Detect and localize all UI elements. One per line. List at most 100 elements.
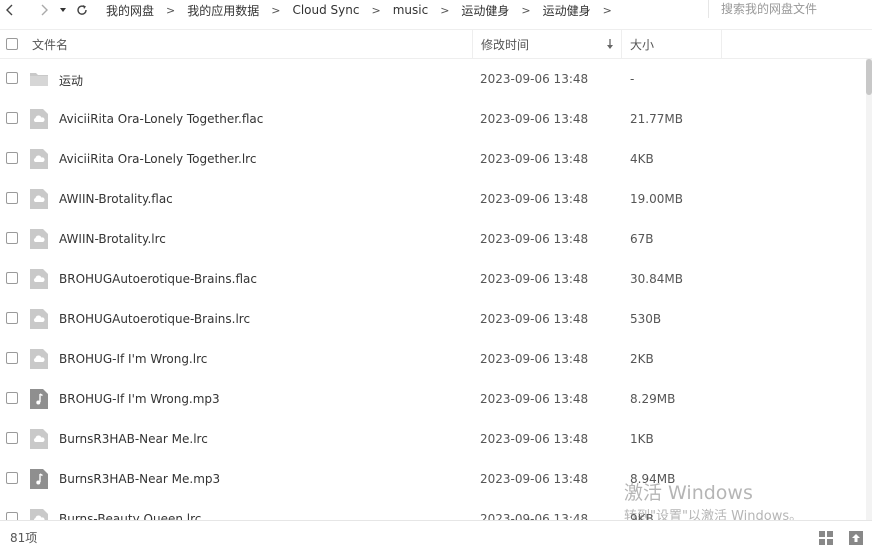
row-checkbox[interactable]	[6, 512, 18, 520]
file-modified-time: 2023-09-06 13:48	[480, 232, 589, 246]
table-header: 文件名 修改时间 大小	[0, 29, 872, 59]
file-name[interactable]: 运动	[59, 72, 83, 89]
file-modified-time: 2023-09-06 13:48	[480, 192, 589, 206]
table-row[interactable]: BROHUGAutoerotique-Brains.flac 2023-09-06…	[0, 259, 866, 299]
file-size: 1KB	[630, 432, 654, 446]
search-input[interactable]	[709, 0, 872, 18]
row-checkbox[interactable]	[6, 192, 18, 204]
file-name[interactable]: AviciiRita Ora-Lonely Together.flac	[59, 112, 263, 126]
breadcrumb-item[interactable]: Cloud Sync	[284, 3, 367, 17]
file-name[interactable]: BROHUG-If I'm Wrong.mp3	[59, 392, 220, 406]
cloud-file-icon	[30, 429, 48, 449]
file-size: 530B	[630, 312, 662, 326]
file-name[interactable]: AWIIN-Brotality.lrc	[59, 232, 166, 246]
column-header-name-label: 文件名	[32, 37, 69, 52]
scrollbar-thumb[interactable]	[866, 59, 872, 95]
row-checkbox[interactable]	[6, 392, 18, 404]
file-name[interactable]: BROHUGAutoerotique-Brains.lrc	[59, 312, 250, 326]
grid-view-icon[interactable]	[818, 530, 834, 546]
row-checkbox[interactable]	[6, 352, 18, 364]
back-button[interactable]	[0, 0, 20, 20]
file-modified-time: 2023-09-06 13:48	[480, 432, 589, 446]
scrollbar[interactable]	[866, 59, 872, 520]
row-checkbox[interactable]	[6, 112, 18, 124]
column-header-size[interactable]: 大小	[622, 30, 722, 58]
file-modified-time: 2023-09-06 13:48	[480, 272, 589, 286]
breadcrumb-separator[interactable]: >	[436, 4, 453, 17]
file-size: 2KB	[630, 352, 654, 366]
column-header-name[interactable]: 文件名	[32, 30, 472, 58]
refresh-button[interactable]	[72, 0, 92, 20]
file-modified-time: 2023-09-06 13:48	[480, 312, 589, 326]
column-header-time-label: 修改时间	[481, 37, 530, 52]
column-header-modified-time[interactable]: 修改时间	[472, 30, 622, 58]
file-modified-time: 2023-09-06 13:48	[480, 472, 589, 486]
row-checkbox[interactable]	[6, 152, 18, 164]
status-bar: 81项	[0, 520, 872, 550]
file-size: 67B	[630, 232, 654, 246]
file-name[interactable]: AviciiRita Ora-Lonely Together.lrc	[59, 152, 256, 166]
refresh-icon	[77, 5, 87, 15]
table-row[interactable]: AviciiRita Ora-Lonely Together.flac 2023-…	[0, 99, 866, 139]
breadcrumb-item[interactable]: music	[385, 3, 436, 17]
file-size: 4KB	[630, 152, 654, 166]
row-checkbox[interactable]	[6, 312, 18, 324]
table-row[interactable]: AWIIN-Brotality.flac 2023-09-06 13:48 19.0…	[0, 179, 866, 219]
breadcrumb-separator[interactable]: >	[599, 4, 616, 17]
search-box	[708, 0, 872, 18]
history-dropdown-button[interactable]	[56, 0, 70, 20]
breadcrumb-item[interactable]: 我的应用数据	[179, 2, 267, 19]
file-modified-time: 2023-09-06 13:48	[480, 112, 589, 126]
file-modified-time: 2023-09-06 13:48	[480, 152, 589, 166]
row-checkbox[interactable]	[6, 472, 18, 484]
table-row[interactable]: AWIIN-Brotality.lrc 2023-09-06 13:48 67B	[0, 219, 866, 259]
item-count: 81项	[10, 531, 38, 545]
file-name[interactable]: Burns-Beauty Queen.lrc	[59, 512, 201, 520]
file-size: 30.84MB	[630, 272, 683, 286]
cloud-file-icon	[30, 349, 48, 369]
breadcrumb-separator[interactable]: >	[367, 4, 384, 17]
cloud-file-icon	[30, 109, 48, 129]
sort-down-icon	[607, 39, 613, 49]
music-file-icon	[30, 389, 48, 409]
row-checkbox[interactable]	[6, 272, 18, 284]
row-checkbox[interactable]	[6, 72, 18, 84]
file-name[interactable]: BurnsR3HAB-Near Me.mp3	[59, 472, 220, 486]
cloud-file-icon	[30, 269, 48, 289]
triangle-down-icon	[60, 8, 66, 12]
breadcrumb-separator[interactable]: >	[267, 4, 284, 17]
cloud-file-icon	[30, 509, 48, 520]
file-name[interactable]: BROHUG-If I'm Wrong.lrc	[59, 352, 207, 366]
upload-icon[interactable]	[848, 530, 864, 546]
table-row[interactable]: BROHUG-If I'm Wrong.lrc 2023-09-06 13:48 2…	[0, 339, 866, 379]
file-name[interactable]: BROHUGAutoerotique-Brains.flac	[59, 272, 257, 286]
forward-button[interactable]	[34, 0, 54, 20]
breadcrumb-separator[interactable]: >	[162, 4, 179, 17]
file-size: 21.77MB	[630, 112, 683, 126]
row-checkbox[interactable]	[6, 232, 18, 244]
table-row[interactable]: AviciiRita Ora-Lonely Together.lrc 2023-0…	[0, 139, 866, 179]
folder-icon	[30, 69, 48, 89]
table-row[interactable]: 运动 2023-09-06 13:48 -	[0, 59, 866, 99]
row-checkbox[interactable]	[6, 432, 18, 444]
file-list: 运动 2023-09-06 13:48 - AviciiRita Ora-Lonely…	[0, 59, 866, 520]
file-modified-time: 2023-09-06 13:48	[480, 512, 589, 520]
file-size: 19.00MB	[630, 192, 683, 206]
activation-watermark-title: 激活 Windows	[624, 482, 753, 504]
file-name[interactable]: AWIIN-Brotality.flac	[59, 192, 173, 206]
table-row[interactable]: BurnsR3HAB-Near Me.lrc 2023-09-06 13:48 1K…	[0, 419, 866, 459]
breadcrumb-item[interactable]: 运动健身	[535, 2, 599, 19]
file-name[interactable]: BurnsR3HAB-Near Me.lrc	[59, 432, 208, 446]
cloud-file-icon	[30, 229, 48, 249]
select-all-checkbox[interactable]	[6, 38, 18, 50]
file-size: 8.29MB	[630, 392, 676, 406]
column-header-size-label: 大小	[630, 37, 655, 52]
table-row[interactable]: BROHUG-If I'm Wrong.mp3 2023-09-06 13:48 8…	[0, 379, 866, 419]
breadcrumb-item[interactable]: 运动健身	[453, 2, 517, 19]
breadcrumb-separator[interactable]: >	[517, 4, 534, 17]
breadcrumb-item[interactable]: 我的网盘	[98, 2, 162, 19]
file-modified-time: 2023-09-06 13:48	[480, 352, 589, 366]
table-row[interactable]: BROHUGAutoerotique-Brains.lrc 2023-09-06 …	[0, 299, 866, 339]
file-modified-time: 2023-09-06 13:48	[480, 392, 589, 406]
cloud-file-icon	[30, 189, 48, 209]
